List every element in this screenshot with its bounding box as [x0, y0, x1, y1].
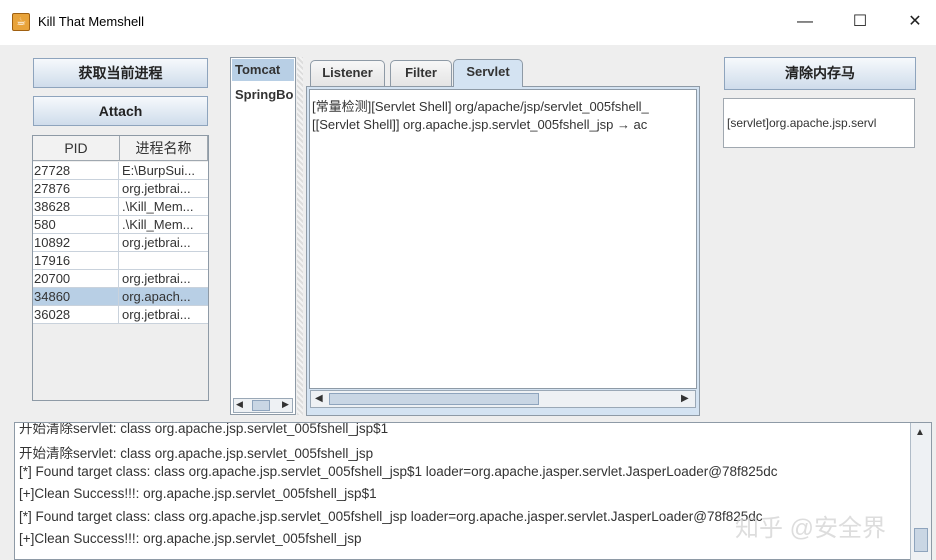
maximize-button[interactable]: ☐	[840, 8, 880, 36]
process-name-cell: org.jetbrai...	[122, 235, 191, 250]
process-name-cell: org.jetbrai...	[122, 307, 191, 322]
scroll-thumb[interactable]	[914, 528, 928, 552]
log-line: [*] Found target class: class org.apache…	[19, 464, 778, 479]
column-header-process-name[interactable]: 进程名称	[120, 136, 208, 161]
pid-cell: 580	[34, 216, 119, 234]
process-table[interactable]: PID 进程名称 27728 E:\BurpSui... 27876 org.jetb…	[32, 135, 209, 401]
table-row[interactable]: 10892 org.jetbrai...	[33, 234, 208, 252]
column-header-pid[interactable]: PID	[33, 136, 120, 161]
table-row[interactable]: 34860 org.apach...	[33, 288, 208, 306]
selected-shell-field[interactable]: [servlet]org.apache.jsp.servl	[723, 98, 915, 148]
process-name-cell: .\Kill_Mem...	[122, 199, 194, 214]
close-button[interactable]: ✕	[895, 8, 935, 36]
scroll-right-icon[interactable]: ▶	[681, 393, 689, 404]
log-line: [+]Clean Success!!!: org.apache.jsp.serv…	[19, 486, 377, 501]
list-item-tomcat[interactable]: Tomcat	[232, 59, 294, 81]
log-vertical-scrollbar[interactable]: ▲	[910, 423, 931, 560]
process-name-cell: .\Kill_Mem...	[122, 217, 194, 232]
split-pane-divider[interactable]	[297, 57, 303, 415]
list-horizontal-scrollbar[interactable]: ◀ ▶	[233, 398, 293, 413]
attach-button[interactable]: Attach	[33, 96, 208, 126]
scroll-thumb[interactable]	[252, 400, 270, 411]
tab-listener[interactable]: Listener	[310, 60, 385, 86]
log-line: [+]Clean Success!!!: org.apache.jsp.serv…	[19, 531, 362, 546]
log-line: 开始清除servlet: class org.apache.jsp.servle…	[19, 446, 374, 461]
process-name-cell: org.jetbrai...	[122, 181, 191, 196]
pid-cell: 10892	[34, 234, 119, 252]
pid-cell: 27728	[34, 162, 119, 180]
clear-memshell-button[interactable]: 清除内存马	[724, 57, 916, 90]
process-name-cell: org.apach...	[122, 289, 191, 304]
scroll-left-icon[interactable]: ◀	[236, 399, 243, 410]
detection-line: [[Servlet Shell]] org.apache.jsp.servlet…	[312, 117, 648, 132]
pid-cell: 38628	[34, 198, 119, 216]
scroll-right-icon[interactable]: ▶	[282, 399, 289, 410]
container-type-list[interactable]: Tomcat SpringBoot ◀ ▶	[230, 57, 296, 415]
process-name-cell: E:\BurpSui...	[122, 163, 195, 178]
window-title: Kill That Memshell	[38, 14, 144, 29]
table-row[interactable]: 27728 E:\BurpSui...	[33, 162, 208, 180]
table-row[interactable]: 580 .\Kill_Mem...	[33, 216, 208, 234]
pid-cell: 34860	[34, 288, 119, 306]
scroll-up-icon[interactable]: ▲	[915, 427, 925, 438]
table-row[interactable]: 27876 org.jetbrai...	[33, 180, 208, 198]
list-item-springboot[interactable]: SpringBoot	[232, 84, 294, 106]
watermark: 知乎 @安全界	[735, 515, 887, 542]
get-processes-button[interactable]: 获取当前进程	[33, 58, 208, 88]
scroll-left-icon[interactable]: ◀	[315, 393, 323, 404]
detection-output-area[interactable]: [常量检测][Servlet Shell] org/apache/jsp/ser…	[309, 89, 697, 389]
detection-horizontal-scrollbar[interactable]: ◀ ▶	[310, 390, 696, 408]
pid-cell: 17916	[34, 252, 119, 270]
log-line: [*] Found target class: class org.apache…	[19, 509, 763, 524]
pid-cell: 27876	[34, 180, 119, 198]
detection-line: [常量检测][Servlet Shell] org/apache/jsp/ser…	[312, 99, 649, 114]
java-app-icon: ☕	[12, 13, 30, 31]
log-line: 开始清除servlet: class org.apache.jsp.servle…	[19, 422, 389, 436]
pid-cell: 20700	[34, 270, 119, 288]
scroll-thumb[interactable]	[329, 393, 539, 405]
process-name-cell: org.jetbrai...	[122, 271, 191, 286]
table-row[interactable]: 20700 org.jetbrai...	[33, 270, 208, 288]
tab-filter[interactable]: Filter	[390, 60, 452, 86]
pid-cell: 36028	[34, 306, 119, 324]
table-row[interactable]: 17916	[33, 252, 208, 270]
minimize-button[interactable]: —	[785, 8, 825, 36]
tab-servlet[interactable]: Servlet	[453, 59, 523, 87]
table-row[interactable]: 38628 .\Kill_Mem...	[33, 198, 208, 216]
title-bar: ☕ Kill That Memshell — ☐ ✕	[0, 0, 936, 45]
table-row[interactable]: 36028 org.jetbrai...	[33, 306, 208, 324]
